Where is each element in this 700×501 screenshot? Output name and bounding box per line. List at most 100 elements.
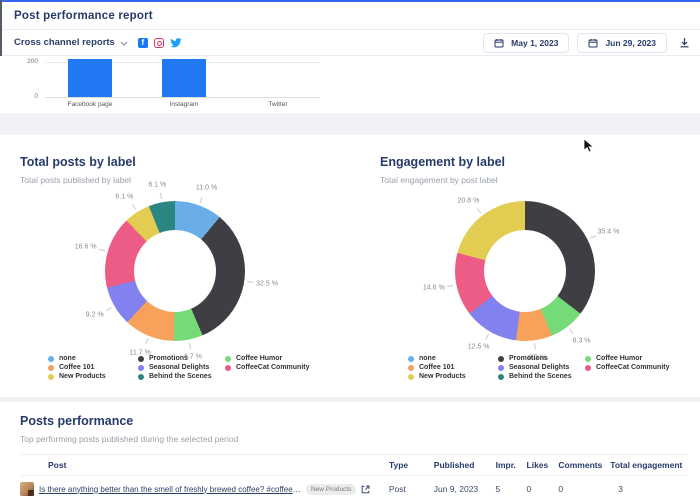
legend-item: Seasonal Delights bbox=[498, 364, 585, 371]
posts-performance-title: Posts performance bbox=[20, 414, 688, 428]
date-from-value: May 1, 2023 bbox=[511, 38, 558, 48]
date-to-value: Jun 29, 2023 bbox=[605, 38, 656, 48]
date-to-button[interactable]: Jun 29, 2023 bbox=[577, 33, 667, 53]
total-posts-donut-chart: 11.0 %32.5 %6.7 %11.7 %9.2 %16.6 %6.1 %6… bbox=[0, 191, 350, 351]
legend-label: CoffeeCat Community bbox=[236, 364, 310, 371]
legend-item: Coffee Humor bbox=[585, 355, 670, 362]
label-tick bbox=[99, 249, 105, 252]
column-header[interactable]: Post bbox=[20, 460, 389, 470]
legend-column: Promotions Seasonal Delights Behind the Sc… bbox=[138, 355, 225, 380]
legend-label: Coffee 101 bbox=[419, 364, 454, 371]
legend-label: Behind the Scenes bbox=[509, 373, 572, 380]
bar[interactable] bbox=[162, 59, 206, 98]
table-cell: 5 bbox=[496, 484, 527, 494]
download-report-button[interactable] bbox=[679, 37, 690, 48]
label-tick bbox=[199, 197, 202, 203]
column-header[interactable]: Total engagement bbox=[610, 460, 688, 470]
legend-label: New Products bbox=[419, 373, 466, 380]
legend-label: Promotions bbox=[149, 355, 188, 362]
label-tick bbox=[159, 193, 161, 199]
donut-slice-label: 14.6 % bbox=[423, 285, 445, 292]
post-thumbnail bbox=[20, 482, 34, 496]
posts-performance-card: Posts performance Top performing posts p… bbox=[0, 402, 700, 501]
legend-label: Coffee Humor bbox=[236, 355, 282, 362]
label-tick bbox=[107, 307, 113, 311]
engagement-donut-chart: 35.4 %8.3 %8.3 %12.5 %14.6 %20.8 % bbox=[350, 191, 700, 351]
donut-slice-label: 12.5 % bbox=[468, 344, 490, 351]
legend-item: New Products bbox=[48, 373, 138, 380]
engagement-by-label-section: Engagement by label Total engagement by … bbox=[350, 135, 700, 397]
legend-dot bbox=[48, 356, 54, 362]
column-header[interactable]: Impr. bbox=[496, 460, 527, 470]
report-type-selector[interactable]: Cross channel reports bbox=[14, 37, 128, 48]
legend-dot bbox=[498, 365, 504, 371]
legend-dot bbox=[408, 365, 414, 371]
report-content: 2000Facebook pageInstagramTwitter Total … bbox=[0, 56, 700, 501]
donut-slice-label: 6.1 % bbox=[115, 194, 133, 201]
legend-item: Seasonal Delights bbox=[138, 364, 225, 371]
label-tick bbox=[189, 343, 191, 349]
facebook-icon[interactable]: f bbox=[138, 38, 148, 48]
legend-item: CoffeeCat Community bbox=[585, 364, 670, 371]
x-axis-label: Instagram bbox=[170, 101, 199, 108]
donut-slice-label: 11.0 % bbox=[196, 185, 217, 192]
legend-dot bbox=[138, 356, 144, 362]
section-subtitle: Total posts published by label bbox=[20, 175, 350, 185]
legend-dot bbox=[585, 356, 591, 362]
page-header: Post performance report bbox=[0, 2, 700, 30]
legend-item: Promotions bbox=[498, 355, 585, 362]
legend-item: CoffeeCat Community bbox=[225, 364, 310, 371]
chart-legend: none Coffee 101 New Products Promotions Seas… bbox=[20, 355, 310, 380]
toolbar-right: May 1, 2023 Jun 29, 2023 bbox=[483, 33, 690, 53]
x-axis-label: Twitter bbox=[268, 101, 287, 108]
chevron-down-icon bbox=[120, 41, 128, 46]
report-toolbar: Cross channel reports f May 1, 2023 Jun … bbox=[0, 30, 700, 56]
legend-dot bbox=[48, 365, 54, 371]
donut-slice-label: 35.4 % bbox=[598, 229, 620, 236]
posts-table-header: PostTypePublishedImpr.LikesCommentsTotal… bbox=[20, 454, 688, 476]
bar[interactable] bbox=[68, 59, 112, 98]
legend-column: none Coffee 101 New Products bbox=[408, 355, 498, 380]
channel-icons: f bbox=[138, 38, 182, 48]
legend-column: Coffee Humor CoffeeCat Community bbox=[225, 355, 310, 380]
page-title: Post performance report bbox=[14, 10, 153, 22]
label-tick bbox=[534, 343, 536, 349]
legend-label: Behind the Scenes bbox=[149, 373, 212, 380]
window-left-edge bbox=[0, 0, 2, 56]
posts-by-channel-card: 2000Facebook pageInstagramTwitter bbox=[0, 56, 700, 113]
column-header[interactable]: Likes bbox=[527, 460, 559, 470]
legend-item: none bbox=[48, 355, 138, 362]
x-axis-label: Facebook page bbox=[68, 101, 113, 108]
legend-label: Promotions bbox=[509, 355, 548, 362]
legend-dot bbox=[225, 356, 231, 362]
table-cell: 3 bbox=[610, 484, 688, 494]
legend-label: none bbox=[419, 355, 436, 362]
instagram-icon[interactable] bbox=[154, 38, 164, 48]
section-gap bbox=[0, 113, 700, 135]
legend-label: Seasonal Delights bbox=[149, 364, 209, 371]
y-axis-tick: 200 bbox=[0, 58, 38, 65]
legend-dot bbox=[408, 374, 414, 380]
twitter-icon[interactable] bbox=[170, 38, 182, 48]
label-tick bbox=[247, 281, 253, 283]
column-header[interactable]: Published bbox=[434, 460, 496, 470]
legend-item: Coffee 101 bbox=[48, 364, 138, 371]
external-link-icon[interactable] bbox=[361, 485, 370, 494]
post-link[interactable]: Is there anything better than the smell … bbox=[39, 485, 301, 494]
label-tick bbox=[485, 334, 489, 340]
legend-item: New Products bbox=[408, 373, 498, 380]
section-title: Total posts by label bbox=[20, 155, 350, 169]
legend-dot bbox=[48, 374, 54, 380]
legend-item: Behind the Scenes bbox=[138, 373, 225, 380]
label-badge: New Products bbox=[306, 484, 356, 495]
date-from-button[interactable]: May 1, 2023 bbox=[483, 33, 569, 53]
label-tick bbox=[590, 236, 596, 240]
top-accent-line bbox=[0, 0, 700, 2]
donut-slice-label: 8.3 % bbox=[573, 337, 591, 344]
legend-dot bbox=[408, 356, 414, 362]
column-header[interactable]: Type bbox=[389, 460, 434, 470]
column-header[interactable]: Comments bbox=[558, 460, 610, 470]
legend-label: none bbox=[59, 355, 76, 362]
table-row: Is there anything better than the smell … bbox=[20, 476, 688, 501]
donut bbox=[455, 201, 595, 341]
